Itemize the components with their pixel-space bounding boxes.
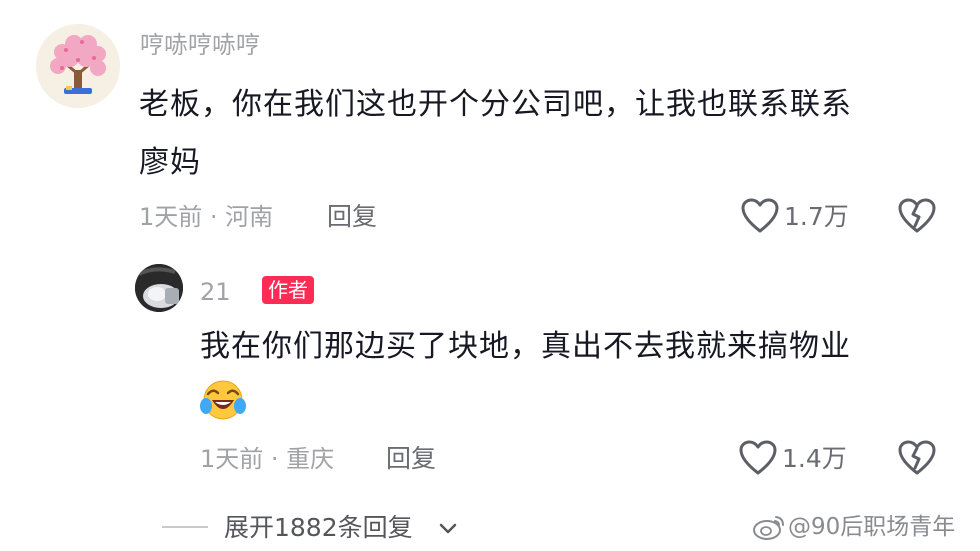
cherry-blossom-tree-avatar-icon — [36, 24, 120, 108]
comment-like-count: 1.7万 — [784, 202, 849, 231]
comment-reply-button[interactable]: 回复 — [327, 204, 377, 229]
weibo-logo-icon — [752, 513, 786, 541]
reply-like-count: 1.4万 — [782, 444, 847, 473]
expand-divider — [162, 526, 208, 528]
reply-avatar[interactable] — [135, 264, 183, 312]
avatar[interactable] — [36, 24, 120, 108]
like-heart-icon[interactable] — [739, 440, 777, 476]
watermark-text: @90后职场青年 — [788, 514, 956, 540]
expand-replies-button[interactable]: 展开1882条回复 — [224, 515, 413, 540]
reply-text: 我在你们那边买了块地，真出不去我就来搞物业 — [200, 329, 851, 364]
comment-username[interactable]: 哼哧哼哧哼 — [140, 33, 260, 57]
chevron-down-icon[interactable] — [437, 517, 459, 539]
comment-time-location: 1天前 · 河南 — [139, 203, 274, 231]
dislike-broken-heart-icon[interactable] — [898, 198, 936, 234]
dislike-broken-heart-icon[interactable] — [898, 440, 936, 476]
crying-laughing-face-icon — [200, 378, 246, 422]
like-heart-icon[interactable] — [741, 198, 779, 234]
reply-time-location: 1天前 · 重庆 — [200, 445, 335, 473]
author-badge: 作者 — [262, 276, 314, 304]
comment-text-line-2: 廖妈 — [139, 145, 201, 180]
reply-reply-button[interactable]: 回复 — [386, 446, 436, 471]
reply-username[interactable]: 21 — [200, 280, 231, 304]
comment-text-line-1: 老板，你在我们这也开个分公司吧，让我也联系联系 — [139, 87, 852, 122]
